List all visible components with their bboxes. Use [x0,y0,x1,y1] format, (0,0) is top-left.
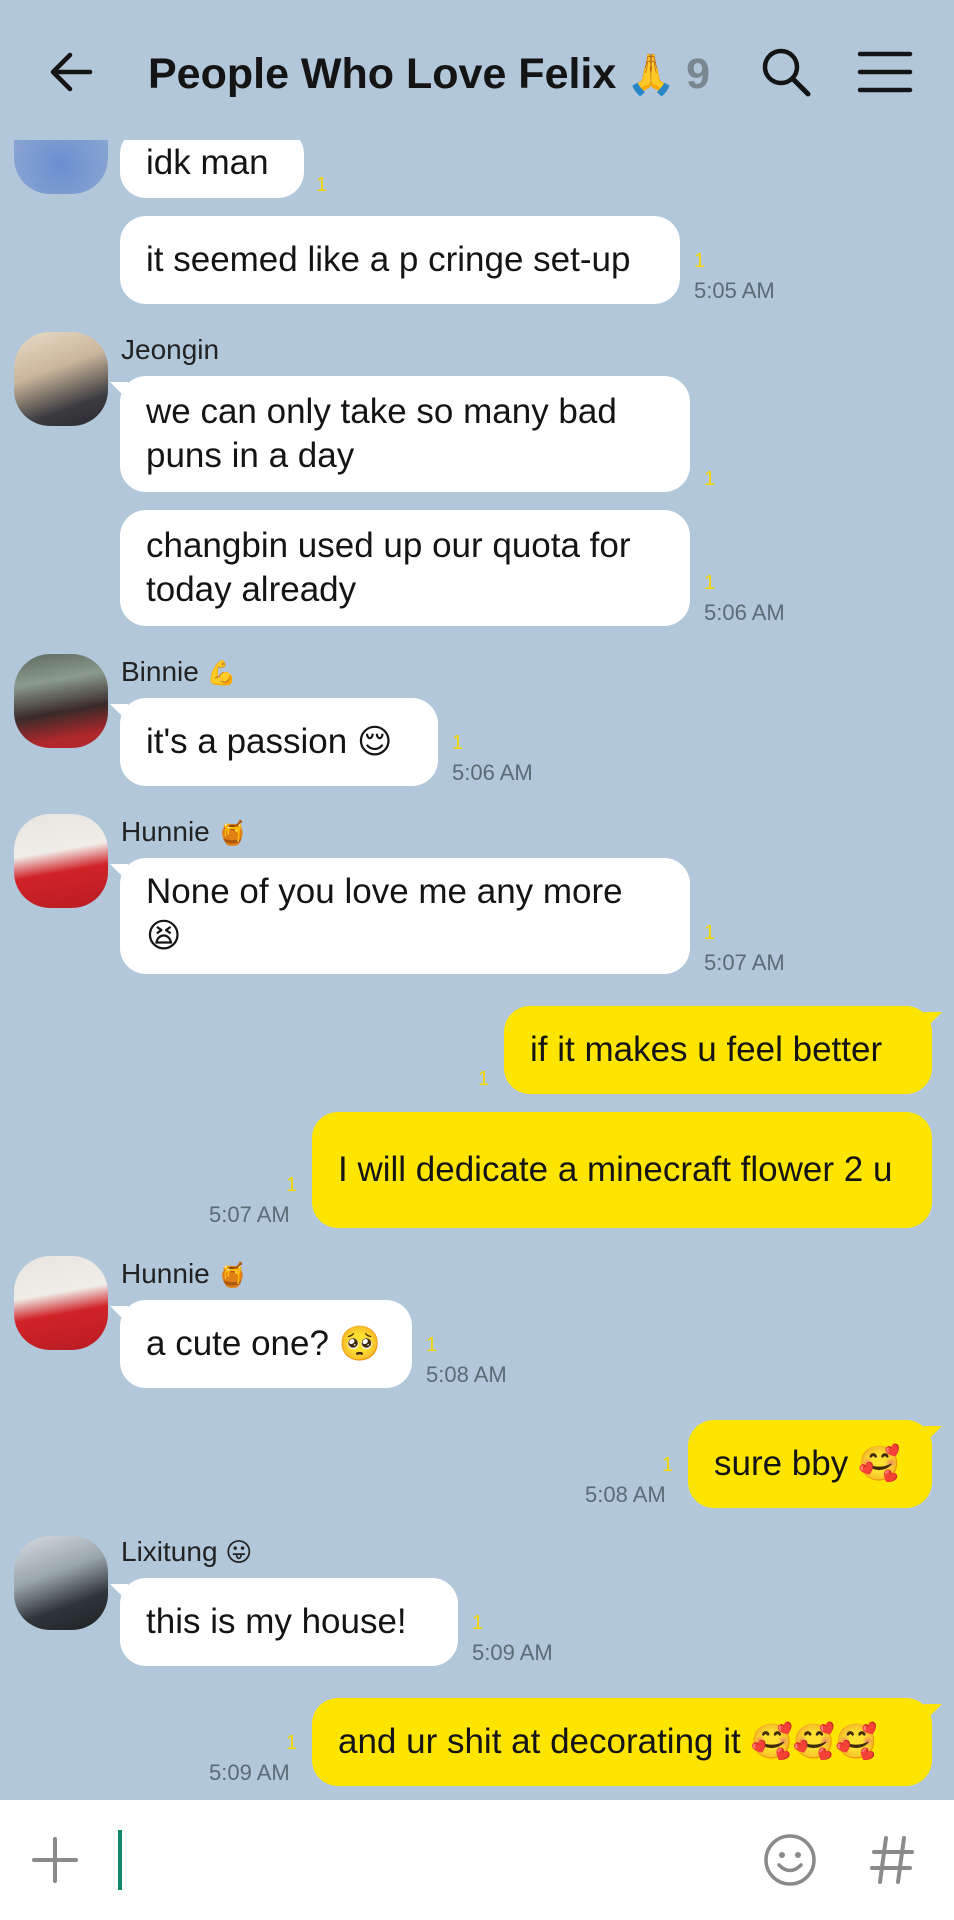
message-text: I will dedicate a minecraft flower 2 u [338,1150,893,1189]
unread-count: 1 [426,1334,438,1356]
chat-header: People Who Love Felix 🙏 9 [0,0,954,140]
unread-count: 1 [452,732,464,754]
message-text: idk man [146,143,269,182]
arrow-left-icon [50,52,93,92]
message-time: 5:06 AM [452,760,533,785]
message-bubble[interactable]: idk man [120,140,304,198]
message-text: if it makes u feel better [530,1030,883,1069]
message-bubble[interactable]: if it makes u feel better [504,1006,942,1094]
message-bubble[interactable]: sure bby 🥰 [688,1420,942,1508]
message-bubble[interactable]: I will dedicate a minecraft flower 2 u [312,1112,932,1228]
message-input[interactable] [110,1830,714,1892]
emoji-button[interactable] [762,1832,818,1888]
avatar[interactable] [14,1256,108,1350]
avatar[interactable] [14,140,108,194]
menu-button[interactable] [856,44,914,100]
message-bubble[interactable]: this is my house! [110,1578,458,1666]
chat-title: People Who Love Felix 🙏 9 [148,46,710,102]
message-time: 5:07 AM [209,1202,290,1227]
message-time: 5:08 AM [585,1482,666,1507]
message-time: 5:08 AM [426,1362,507,1387]
message-text: it seemed like a p cringe set-up [146,240,631,279]
unread-count: 1 [286,1732,298,1754]
message-bubble[interactable]: a cute one? 🥺 [110,1300,412,1388]
message-time: 5:09 AM [209,1760,290,1785]
chat-messages[interactable]: idk man 1 it seemed like a p cringe set-… [0,140,954,1800]
sender-name: Jeongin [121,334,220,365]
message-bubble[interactable]: it's a passion 😌 [110,698,438,786]
message-time: 5:06 AM [704,600,785,625]
message-input-bar [0,1800,954,1920]
unread-count: 1 [662,1454,674,1476]
smiley-icon [764,1834,816,1886]
back-button[interactable] [44,44,100,100]
message-bubble[interactable]: it seemed like a p cringe set-up [120,216,680,304]
plus-icon [32,1837,78,1883]
message-text: a cute one? 🥺 [146,1324,382,1363]
hamburger-menu-icon [857,51,913,93]
message-bubble[interactable]: and ur shit at decorating it 🥰🥰🥰 [312,1698,942,1786]
message-text: it's a passion 😌 [146,722,393,761]
hash-icon [870,1836,914,1884]
message-text: None of you love me any more 😫 [146,872,623,955]
text-cursor [118,1830,122,1890]
message-bubble[interactable]: changbin used up our quota for today alr… [120,510,690,626]
search-icon [762,48,811,97]
unread-count: 1 [316,174,328,196]
search-button[interactable] [758,44,814,100]
unread-count: 1 [694,250,706,272]
message-bubble[interactable]: we can only take so many bad puns in a d… [110,376,690,492]
avatar[interactable] [14,654,108,748]
unread-count: 1 [472,1612,484,1634]
avatar[interactable] [14,814,108,908]
hashtag-button[interactable] [870,1832,916,1888]
title-emoji: 🙏 [626,53,677,97]
unread-count: 1 [286,1174,298,1196]
message-time: 5:07 AM [704,950,785,975]
unread-count: 1 [478,1068,490,1090]
sender-name: Binnie 💪 [121,656,237,687]
message-text: sure bby 🥰 [714,1444,901,1483]
message-text: and ur shit at decorating it 🥰🥰🥰 [338,1722,878,1761]
avatar[interactable] [14,332,108,426]
message-time: 5:09 AM [472,1640,553,1665]
sender-name: Lixitung 😛 [121,1536,253,1567]
message-text: changbin used up our quota for today alr… [146,526,631,609]
member-count[interactable]: 9 [686,50,710,98]
chat-title-text: People Who Love Felix [148,50,617,98]
sender-name: Hunnie 🍯 [121,816,248,847]
unread-count: 1 [704,922,716,944]
message-bubble[interactable]: None of you love me any more 😫 [110,858,690,974]
message-time: 5:05 AM [694,278,775,303]
message-text: we can only take so many bad puns in a d… [146,392,617,475]
unread-count: 1 [704,572,716,594]
avatar[interactable] [14,1536,108,1630]
message-text: this is my house! [146,1602,407,1641]
add-attachment-button[interactable] [30,1835,80,1885]
sender-name: Hunnie 🍯 [121,1258,248,1289]
unread-count: 1 [704,468,716,490]
